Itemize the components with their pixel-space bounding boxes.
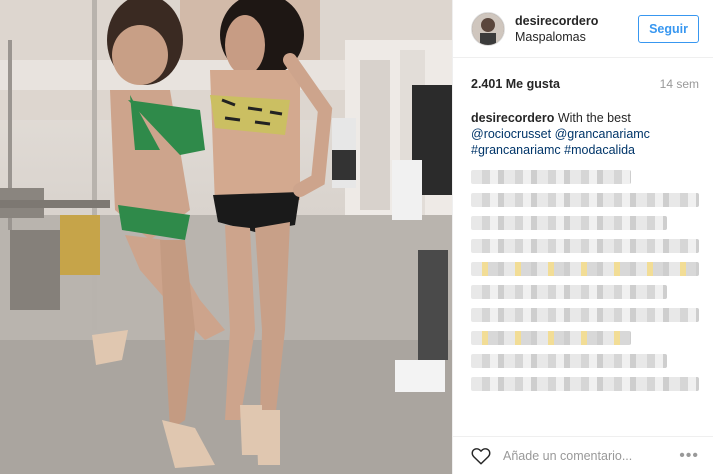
pixelated-comment (471, 262, 699, 276)
pixelated-comment (471, 285, 668, 299)
post-caption: desirecordero With the best @rociocrusse… (453, 110, 713, 158)
caption-mention[interactable]: @rociocrusset (471, 127, 551, 141)
caption-text: With the best (557, 111, 631, 125)
caption-hashtag[interactable]: #grancanariamc (471, 143, 561, 157)
pixelated-comment (471, 308, 699, 322)
avatar-image (472, 12, 504, 45)
likes-count[interactable]: 2.401 Me gusta (471, 77, 560, 91)
backstage-photo-illustration (0, 0, 452, 474)
post-meta: 2.401 Me gusta 14 sem (453, 58, 713, 110)
comment-input[interactable] (501, 447, 680, 464)
pixelated-comment (471, 239, 699, 253)
ellipsis-icon[interactable]: ••• (679, 447, 699, 465)
follow-button[interactable]: Seguir (638, 14, 699, 43)
comments-list (453, 158, 713, 391)
pixelated-comment (471, 354, 668, 368)
post-sidebar: desirecordero Maspalomas Seguir 2.401 Me… (452, 0, 713, 474)
author-info: desirecordero Maspalomas (515, 13, 638, 45)
pixelated-comment (471, 170, 631, 184)
caption-username[interactable]: desirecordero (471, 111, 554, 125)
instagram-post: desirecordero Maspalomas Seguir 2.401 Me… (0, 0, 713, 474)
comment-bar: ••• (453, 436, 713, 474)
pixelated-comment (471, 216, 668, 230)
heart-icon[interactable] (471, 447, 491, 465)
pixelated-comment (471, 331, 631, 345)
caption-mention[interactable]: @grancanariamc (555, 127, 650, 141)
author-username[interactable]: desirecordero (515, 13, 638, 29)
avatar[interactable] (471, 11, 505, 46)
caption-hashtag[interactable]: #modacalida (564, 143, 635, 157)
pixelated-comment (471, 193, 699, 207)
post-time[interactable]: 14 sem (660, 77, 699, 91)
post-location[interactable]: Maspalomas (515, 29, 638, 45)
post-header: desirecordero Maspalomas Seguir (453, 0, 713, 58)
pixelated-comment (471, 377, 699, 391)
post-photo[interactable] (0, 0, 452, 474)
